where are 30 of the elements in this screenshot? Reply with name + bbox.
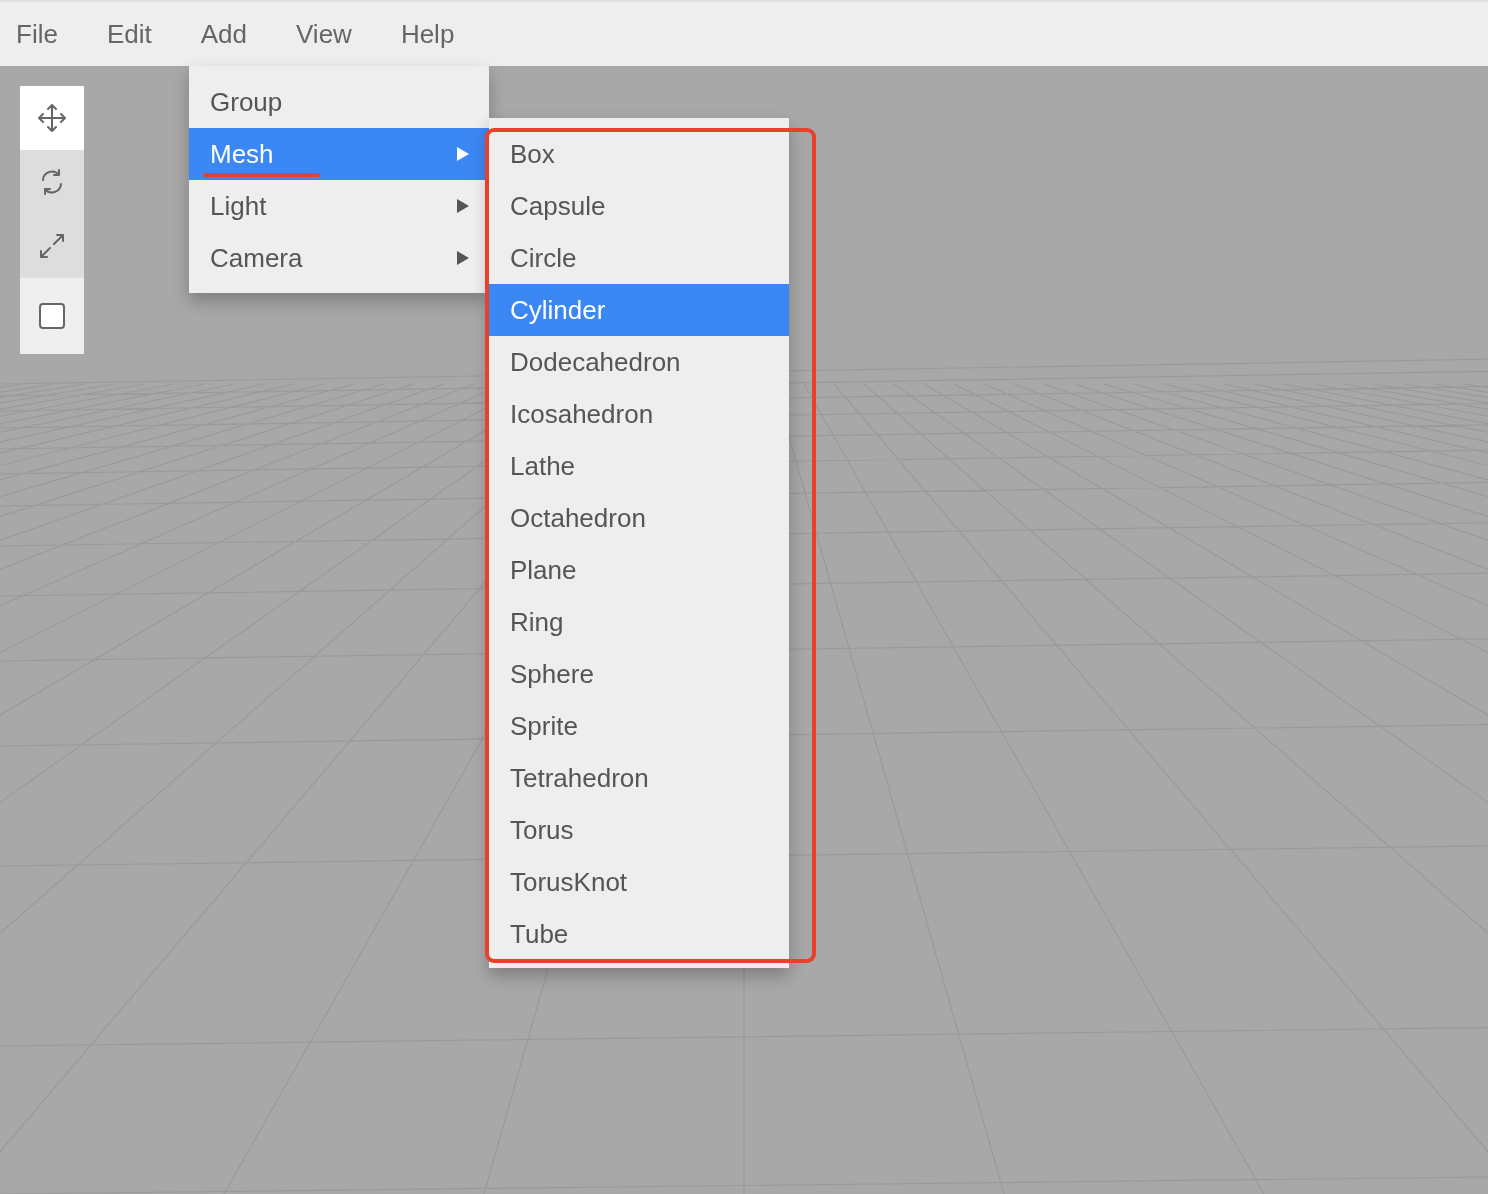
menu-item[interactable]: Octahedron bbox=[489, 492, 789, 544]
menu-item[interactable]: Mesh bbox=[189, 128, 489, 180]
menu-item[interactable]: Plane bbox=[489, 544, 789, 596]
menu-bar-item[interactable]: Edit bbox=[106, 18, 152, 50]
menu-item[interactable]: Cylinder bbox=[489, 284, 789, 336]
menu-item[interactable]: TorusKnot bbox=[489, 856, 789, 908]
checkbox[interactable] bbox=[39, 303, 65, 329]
translate-tool-button[interactable] bbox=[20, 86, 84, 150]
menu-item[interactable]: Box bbox=[489, 128, 789, 180]
menu-item[interactable]: Tube bbox=[489, 908, 789, 960]
menu-item[interactable]: Sprite bbox=[489, 700, 789, 752]
menu-bar-item[interactable]: Help bbox=[400, 18, 455, 50]
menu-item[interactable]: Icosahedron bbox=[489, 388, 789, 440]
menu-item[interactable]: Ring bbox=[489, 596, 789, 648]
menu-item[interactable]: Light bbox=[189, 180, 489, 232]
menu-item[interactable]: Circle bbox=[489, 232, 789, 284]
menu-bar-item[interactable]: View bbox=[296, 18, 352, 50]
menu-bar-item[interactable]: File bbox=[16, 18, 58, 50]
menu-item[interactable]: Sphere bbox=[489, 648, 789, 700]
move-arrows-icon bbox=[36, 102, 68, 134]
menu-bar-item[interactable]: Add bbox=[200, 18, 247, 50]
rotate-tool-button[interactable] bbox=[20, 150, 84, 214]
menu-item[interactable]: Torus bbox=[489, 804, 789, 856]
scale-tool-button[interactable] bbox=[20, 214, 84, 278]
menu-item[interactable]: Capsule bbox=[489, 180, 789, 232]
menu-item[interactable]: Camera bbox=[189, 232, 489, 284]
menu-item[interactable]: Dodecahedron bbox=[489, 336, 789, 388]
menu-item[interactable]: Lathe bbox=[489, 440, 789, 492]
menu-item[interactable]: Group bbox=[189, 76, 489, 128]
menu-item[interactable]: Tetrahedron bbox=[489, 752, 789, 804]
